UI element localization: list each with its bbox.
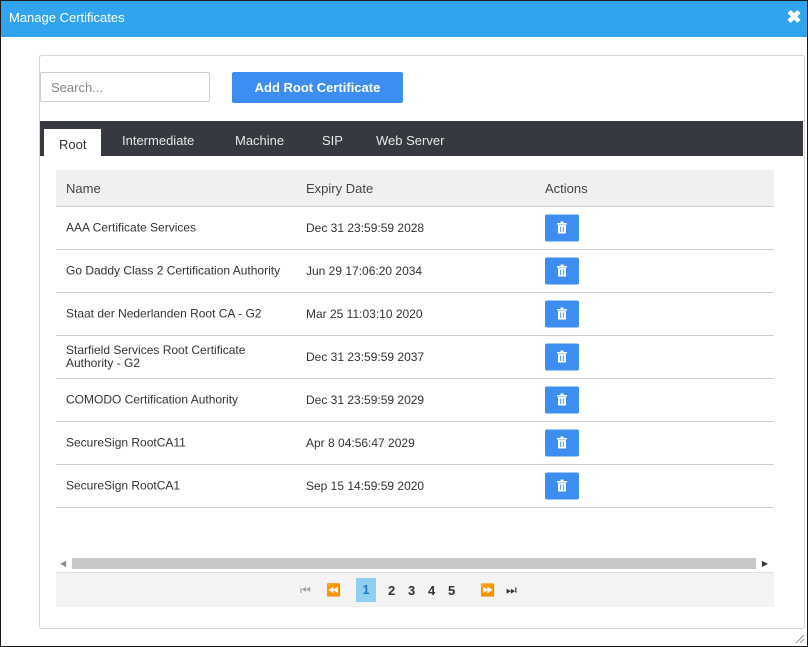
resize-handle-icon[interactable] — [793, 632, 805, 644]
page-4[interactable]: 4 — [428, 583, 435, 598]
scroll-right-icon[interactable]: ▶ — [762, 559, 768, 568]
certificate-expiry: Mar 25 11:03:10 2020 — [306, 307, 423, 321]
certificate-name: SecureSign RootCA1 — [66, 478, 181, 493]
pagination: ⏮ ⏪ 1 2 3 4 5 ⏩ ⏭ — [56, 572, 774, 607]
tab-machine[interactable]: Machine — [235, 121, 284, 156]
trash-icon — [557, 264, 567, 277]
page-2[interactable]: 2 — [388, 583, 395, 598]
certificate-expiry: Jun 29 17:06:20 2034 — [306, 264, 423, 278]
close-icon[interactable]: ✖ — [785, 8, 803, 26]
manage-certificates-dialog: Manage Certificates ✖ Add Root Certifica… — [0, 0, 808, 647]
column-header-name: Name — [66, 181, 101, 196]
certificate-expiry: Dec 31 23:59:59 2037 — [306, 350, 425, 364]
certificate-name: Go Daddy Class 2 Certification Authority — [66, 263, 281, 278]
delete-certificate-button[interactable] — [545, 429, 579, 457]
tab-intermediate[interactable]: Intermediate — [122, 121, 194, 156]
trash-icon — [557, 436, 567, 449]
horizontal-scrollbar[interactable]: ◀ ▶ — [56, 556, 774, 572]
tab-root[interactable]: Root — [44, 129, 102, 156]
certificate-expiry: Dec 31 23:59:59 2028 — [306, 221, 425, 235]
previous-page-icon[interactable]: ⏪ — [326, 583, 341, 597]
last-page-icon[interactable]: ⏭ — [506, 583, 517, 598]
scroll-left-icon[interactable]: ◀ — [60, 559, 66, 568]
certificate-tabs: Root Intermediate Machine SIP Web Server — [40, 121, 803, 156]
delete-certificate-button[interactable] — [545, 257, 579, 285]
add-root-certificate-button[interactable]: Add Root Certificate — [232, 72, 403, 103]
trash-icon — [557, 479, 567, 492]
column-header-expiry: Expiry Date — [306, 181, 374, 196]
table-row: SecureSign RootCA11 Apr 8 04:56:47 2029 — [56, 422, 774, 465]
page-1[interactable]: 1 — [356, 578, 376, 602]
table-row: SecureSign RootCA1 Sep 15 14:59:59 2020 — [56, 465, 774, 508]
delete-certificate-button[interactable] — [545, 214, 579, 242]
scrollbar-thumb[interactable] — [72, 558, 756, 569]
table-body: AAA Certificate Services Dec 31 23:59:59 … — [56, 207, 774, 508]
certificates-table: Name Expiry Date Actions AAA Certificate… — [56, 170, 774, 508]
certificate-name: Starfield Services Root Certificate Auth… — [66, 343, 246, 370]
trash-icon — [557, 221, 567, 234]
delete-certificate-button[interactable] — [545, 386, 579, 414]
table-row: Go Daddy Class 2 Certification Authority… — [56, 250, 774, 293]
delete-certificate-button[interactable] — [545, 472, 579, 500]
certificate-name: SecureSign RootCA11 — [66, 435, 186, 450]
dialog-title: Manage Certificates — [9, 10, 125, 25]
certificate-name: AAA Certificate Services — [66, 220, 197, 235]
certificate-expiry: Apr 8 04:56:47 2029 — [306, 436, 415, 450]
column-header-actions: Actions — [545, 181, 588, 196]
certificate-name: COMODO Certification Authority — [66, 392, 239, 407]
tab-web-server[interactable]: Web Server — [376, 121, 444, 156]
certificate-name: Staat der Nederlanden Root CA - G2 — [66, 306, 262, 321]
delete-certificate-button[interactable] — [545, 300, 579, 328]
trash-icon — [557, 350, 567, 363]
trash-icon — [557, 393, 567, 406]
certificate-expiry: Sep 15 14:59:59 2020 — [306, 479, 425, 493]
table-row: COMODO Certification Authority Dec 31 23:… — [56, 379, 774, 422]
search-input[interactable] — [40, 72, 210, 102]
tab-sip[interactable]: SIP — [322, 121, 343, 156]
delete-certificate-button[interactable] — [545, 343, 579, 371]
certificate-expiry: Dec 31 23:59:59 2029 — [306, 393, 425, 407]
dialog-titlebar: Manage Certificates ✖ — [1, 1, 807, 37]
table-row: AAA Certificate Services Dec 31 23:59:59 … — [56, 207, 774, 250]
next-page-icon[interactable]: ⏩ — [480, 583, 495, 597]
page-3[interactable]: 3 — [408, 583, 415, 598]
table-row: Starfield Services Root Certificate Auth… — [56, 336, 774, 379]
first-page-icon[interactable]: ⏮ — [300, 583, 311, 598]
table-header: Name Expiry Date Actions — [56, 170, 774, 207]
table-row: Staat der Nederlanden Root CA - G2 Mar 25… — [56, 293, 774, 336]
page-5[interactable]: 5 — [448, 583, 455, 598]
trash-icon — [557, 307, 567, 320]
